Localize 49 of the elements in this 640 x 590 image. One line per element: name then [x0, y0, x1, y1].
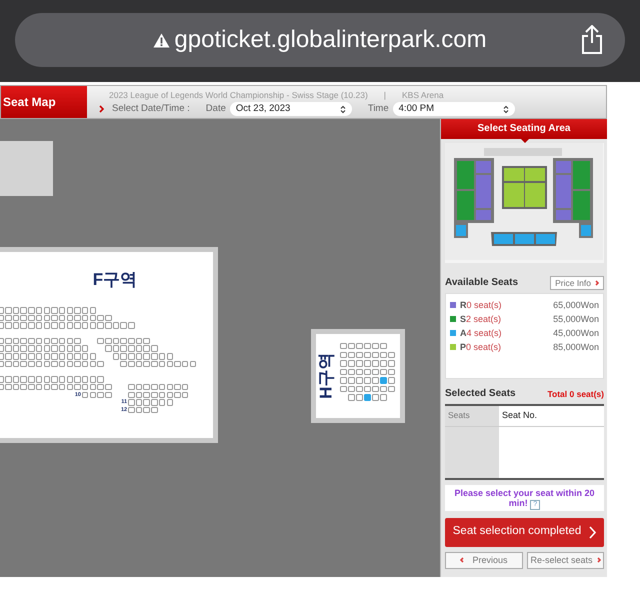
table-header: Seats: [445, 406, 499, 426]
grade-letter: P: [460, 341, 466, 354]
grade-letter: S: [460, 313, 466, 326]
address-bar[interactable]: gpoticket.globalinterpark.com: [15, 13, 625, 67]
complete-button[interactable]: Seat selection completed: [445, 518, 604, 546]
price-info-button[interactable]: Price Info: [550, 276, 604, 290]
panel-header: Select Seating Area: [441, 119, 607, 139]
chevron-right-icon: [596, 557, 601, 563]
section-heading: Selected Seats: [445, 387, 516, 401]
grade-letter: A: [460, 327, 466, 340]
table-cell: [445, 426, 499, 478]
time-select[interactable]: 4:00 PM: [392, 102, 515, 116]
seat-count: 0 seat(s): [466, 299, 502, 312]
section-block: [0, 141, 53, 196]
separator: |: [384, 89, 386, 101]
seat-price: 45,000Won: [553, 327, 599, 340]
time-label: Time: [368, 102, 389, 116]
section-title: H구역: [315, 352, 336, 400]
event-title: 2023 League of Legends World Championship - Swiss Stage (10.23): [109, 89, 368, 101]
grade-letter: R: [460, 299, 466, 312]
seat-price: 85,000Won: [553, 341, 599, 354]
seat-price: 65,000Won: [553, 299, 599, 312]
url-text: gpoticket.globalinterpark.com: [174, 25, 487, 55]
select-arrows-icon: [502, 104, 509, 114]
table-header: Seat No.: [499, 406, 604, 426]
warning-icon: [153, 32, 170, 48]
select-value: Oct 23, 2023: [236, 102, 290, 116]
seat-count: 2 seat(s): [466, 313, 502, 326]
total-count: Total 0 seat(s): [547, 388, 604, 401]
select-value: 4:00 PM: [398, 102, 434, 116]
chevron-left-icon: [460, 557, 464, 563]
previous-button[interactable]: Previous: [445, 552, 523, 568]
reselect-button[interactable]: Re-select seats: [527, 552, 604, 568]
venue-name: KBS Arena: [402, 89, 444, 101]
seat-count: 0 seat(s): [466, 341, 502, 354]
select-arrows-icon: [340, 104, 346, 114]
seat-map-tab[interactable]: Seat Map: [1, 86, 87, 118]
seat-price: 55,000Won: [553, 313, 599, 326]
chevron-right-icon: [99, 105, 104, 113]
chevron-right-icon: [589, 526, 596, 538]
share-icon[interactable]: [581, 25, 603, 54]
seating-area-drawing[interactable]: [445, 143, 603, 260]
seat-count: 4 seat(s): [466, 327, 502, 340]
section-heading: Available Seats: [445, 276, 518, 290]
date-select[interactable]: Oct 23, 2023: [230, 102, 352, 116]
section-title: F구역: [92, 270, 138, 290]
chevron-right-icon: [595, 280, 599, 286]
date-label: Date: [206, 102, 226, 116]
date-time-label: Select Date/Time :: [112, 102, 190, 116]
